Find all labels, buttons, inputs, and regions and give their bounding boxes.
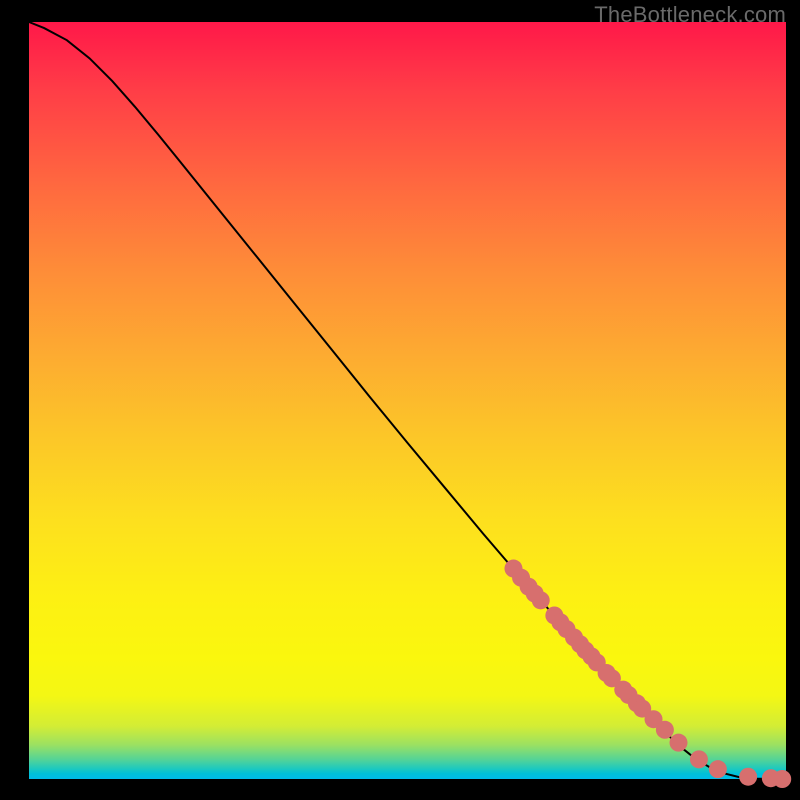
- watermark-text: TheBottleneck.com: [594, 2, 786, 28]
- data-point: [670, 734, 688, 752]
- chart-frame: [29, 22, 786, 779]
- data-points: [504, 560, 791, 788]
- data-point: [739, 768, 757, 786]
- data-point: [709, 760, 727, 778]
- data-point: [773, 770, 791, 788]
- data-points-layer: [29, 22, 786, 779]
- data-point: [532, 591, 550, 609]
- data-point: [690, 750, 708, 768]
- data-point: [656, 721, 674, 739]
